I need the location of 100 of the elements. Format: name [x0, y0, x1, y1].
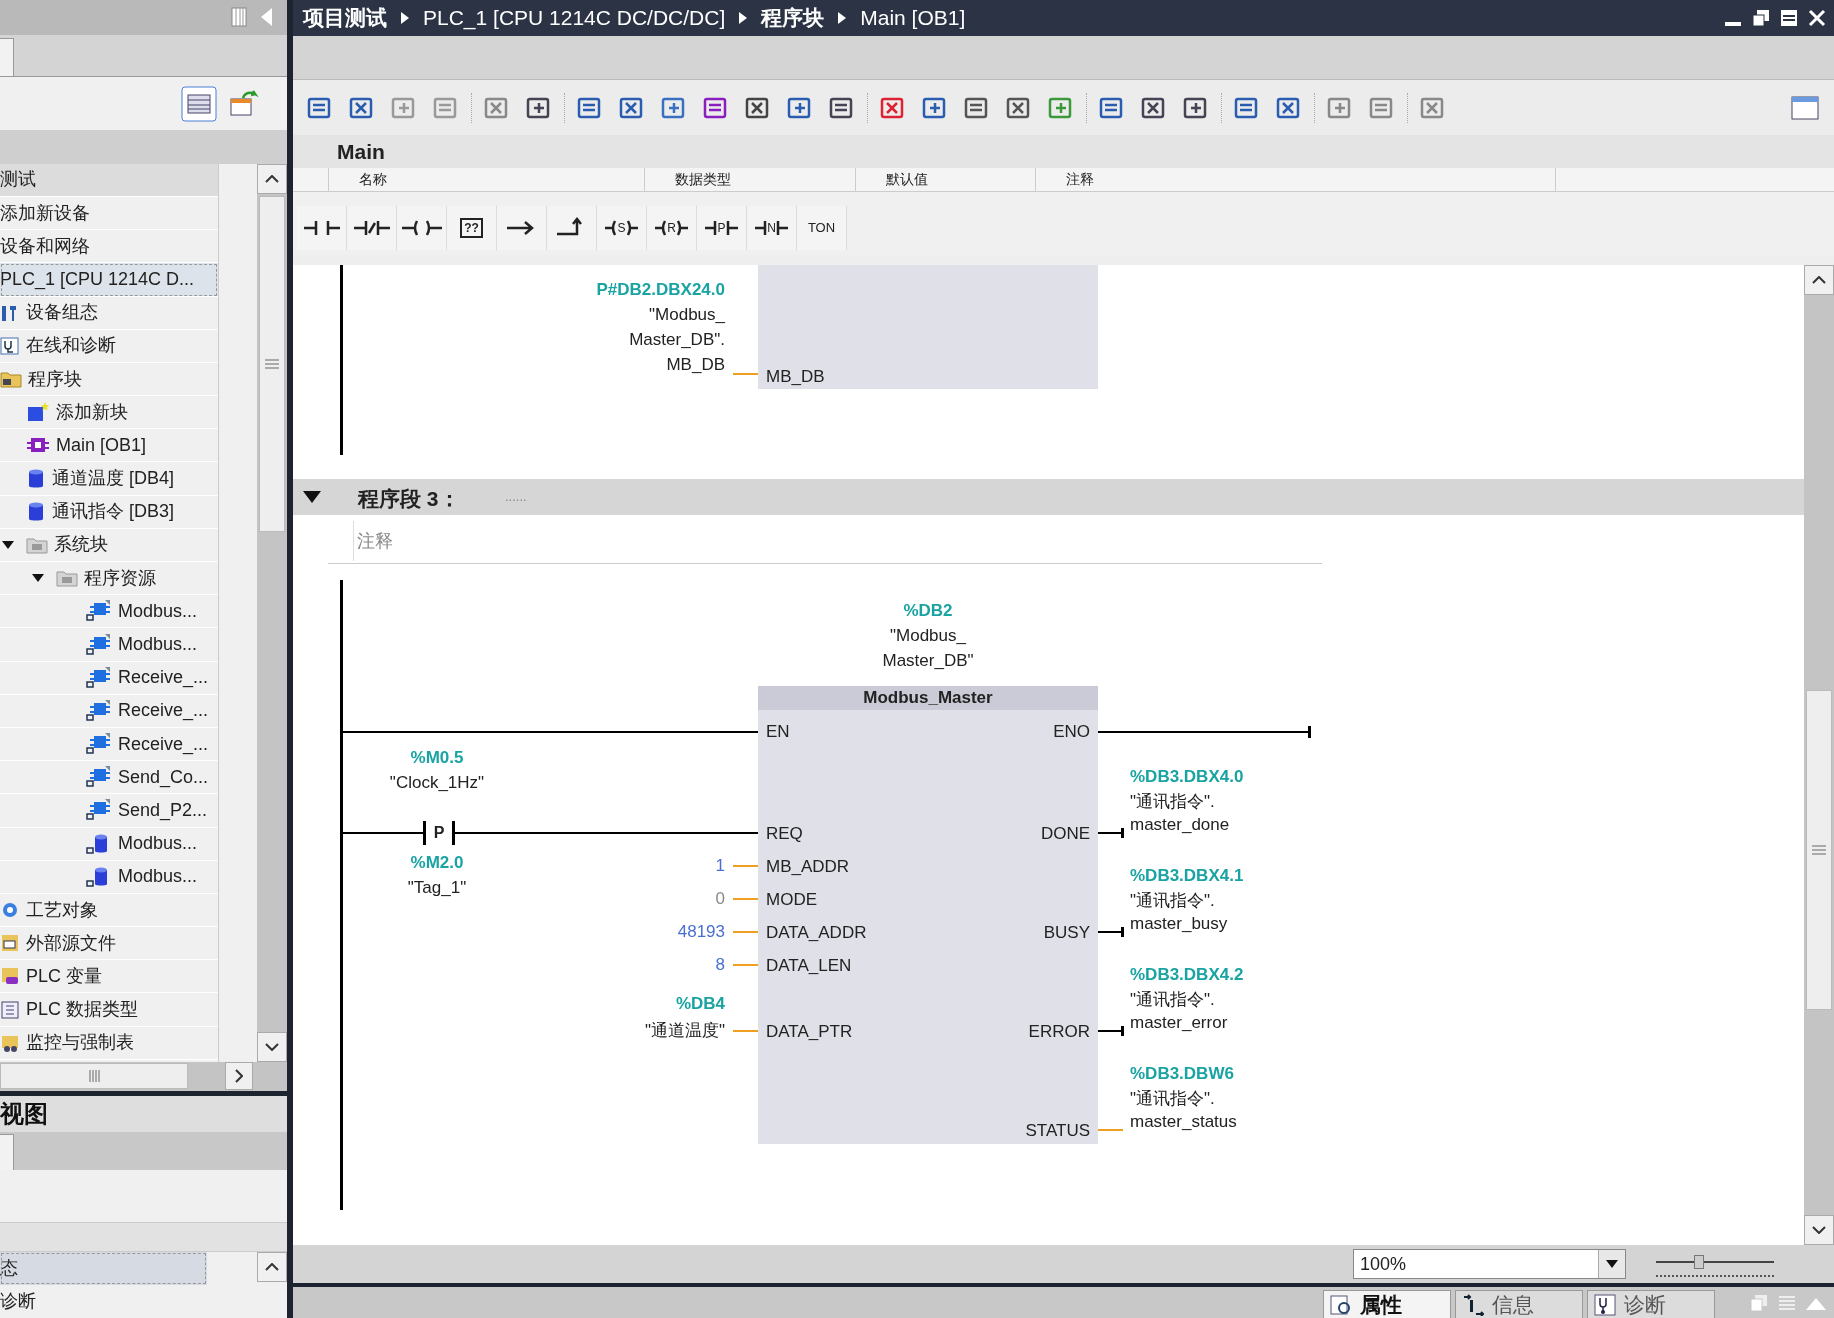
scroll-up-button[interactable] [257, 1252, 287, 1282]
scroll-up-button[interactable] [1804, 265, 1834, 295]
maximize-icon[interactable] [1780, 9, 1798, 27]
horizontal-scroll-thumb[interactable] [0, 1063, 188, 1090]
instruction-button[interactable]: S [597, 205, 647, 250]
dropdown-button[interactable] [1598, 1250, 1625, 1278]
tree-item-label: 在线和诊断 [26, 334, 116, 358]
vertical-scrollbar[interactable] [257, 163, 287, 1062]
instruction-button[interactable]: R [647, 205, 697, 250]
tree-item-label: PLC 变量 [26, 964, 103, 988]
expanded-arrow-icon[interactable] [32, 573, 44, 584]
detail-row[interactable]: 态 [0, 1252, 207, 1285]
slider-thumb[interactable] [1693, 1255, 1704, 1269]
instruction-button[interactable]: ?? [447, 205, 497, 250]
window-layout-icon[interactable] [1790, 93, 1820, 122]
pin-label: DATA_ADDR [766, 922, 867, 944]
column-header[interactable]: 默认值 [856, 168, 1036, 191]
chevron-down-icon [1812, 1226, 1826, 1234]
scroll-thumb[interactable] [1806, 690, 1832, 1010]
instruction-button[interactable]: N [747, 205, 797, 250]
connection-line [733, 898, 758, 900]
scroll-right-button[interactable] [225, 1062, 253, 1091]
function-block-icon [86, 766, 112, 789]
connection-line [733, 931, 758, 933]
function-block-icon [86, 666, 112, 689]
scroll-down-button[interactable] [1804, 1215, 1834, 1245]
gear-icon [0, 900, 20, 920]
tree-item-label: 添加新块 [56, 400, 128, 424]
breadcrumb[interactable]: 程序块 [761, 2, 825, 34]
breadcrumb[interactable]: Main [OB1] [860, 2, 966, 34]
column-header[interactable]: 数据类型 [645, 168, 856, 191]
constant-value: 0 [714, 888, 725, 910]
operand-name: "Tag_1" [407, 877, 467, 899]
network-title: 程序段 3： [358, 486, 460, 512]
database-icon [26, 500, 46, 523]
operand-address: %M0.5 [410, 747, 464, 769]
pin-label: DONE [1039, 823, 1090, 845]
edge-contact[interactable]: P [423, 821, 455, 845]
constant-value: 8 [714, 954, 725, 976]
wire-end [1121, 927, 1124, 937]
instruction-button[interactable] [547, 205, 597, 250]
tree-item-label: 添加新设备 [0, 201, 90, 225]
block-icon [26, 436, 50, 455]
instruction-button[interactable] [497, 205, 547, 250]
network-title-placeholder: ...... [505, 488, 527, 506]
restore-icon[interactable] [1752, 9, 1770, 27]
close-icon[interactable] [1808, 9, 1826, 27]
instruction-button[interactable]: P [697, 205, 747, 250]
grip-icon [88, 1070, 100, 1083]
tab-label: 诊断 [1624, 1291, 1666, 1318]
instruction-button[interactable]: TON [797, 205, 847, 250]
tree-item-label: 程序块 [28, 367, 82, 391]
network-header[interactable]: 程序段 3： ...... [293, 479, 1804, 515]
operand-name: "通讯指令". [1130, 989, 1216, 1011]
tree-item[interactable]: PLC_1 [CPU 1214C D... [0, 263, 218, 297]
tab-label: 信息 [1492, 1291, 1534, 1318]
scroll-thumb[interactable] [259, 195, 285, 532]
operand-name: master_busy [1130, 913, 1229, 935]
operand-address: %DB3.DBX4.1 [1130, 865, 1244, 887]
column-header[interactable]: 注释 [1036, 168, 1556, 191]
table-view-icon[interactable] [181, 85, 217, 122]
breadcrumb[interactable]: 项目测试 [303, 2, 387, 34]
breadcrumb[interactable]: PLC_1 [CPU 1214C DC/DC/DC] [423, 2, 726, 34]
wire-end [1308, 726, 1311, 738]
panel-tab[interactable]: 信息 [1455, 1290, 1583, 1318]
columns-icon[interactable] [231, 7, 247, 28]
connection-line [733, 964, 758, 966]
grip-icon [1812, 845, 1826, 855]
grip-icon [265, 358, 279, 369]
comment-field[interactable]: 注释 [353, 521, 1321, 561]
tree-item-label: Receive_... [118, 666, 209, 690]
tree-item-label: 通道温度 [DB4] [52, 467, 175, 491]
expanded-arrow-icon[interactable] [303, 491, 321, 503]
panel-tab[interactable]: 诊断 [1587, 1290, 1715, 1318]
instruction-button[interactable] [297, 205, 347, 250]
tree-item[interactable]: 测试 [0, 163, 218, 197]
panel-tab[interactable]: 属性 [1323, 1290, 1451, 1318]
scroll-up-button[interactable] [257, 163, 287, 194]
expanded-arrow-icon[interactable] [2, 539, 14, 550]
panel-tab[interactable] [0, 1134, 14, 1171]
instruction-button[interactable] [347, 205, 397, 250]
panel-tab[interactable] [0, 38, 14, 77]
breadcrumb-arrow-icon [401, 12, 409, 24]
column-header[interactable]: 名称 [329, 168, 645, 191]
table-export-icon[interactable] [229, 88, 259, 119]
pin-label: STATUS [1024, 1120, 1090, 1142]
function-block-icon [86, 799, 112, 822]
zoom-value: 100% [1359, 1252, 1408, 1276]
stethoscope-icon [1594, 1293, 1616, 1316]
scroll-down-button[interactable] [257, 1031, 287, 1062]
zoom-field[interactable]: 100% [1353, 1249, 1626, 1279]
chevron-up-icon [265, 174, 279, 183]
tree-item-label: 监控与强制表 [26, 1031, 134, 1055]
operand-name: master_status [1130, 1111, 1237, 1133]
chevron-up-icon [1812, 276, 1826, 284]
instruction-button[interactable] [397, 205, 447, 250]
tree-item-label: 系统块 [54, 533, 108, 557]
vertical-scrollbar[interactable] [1804, 265, 1834, 1245]
operand-name: "Modbus_ [649, 304, 725, 326]
tab-label: 属性 [1360, 1291, 1402, 1318]
